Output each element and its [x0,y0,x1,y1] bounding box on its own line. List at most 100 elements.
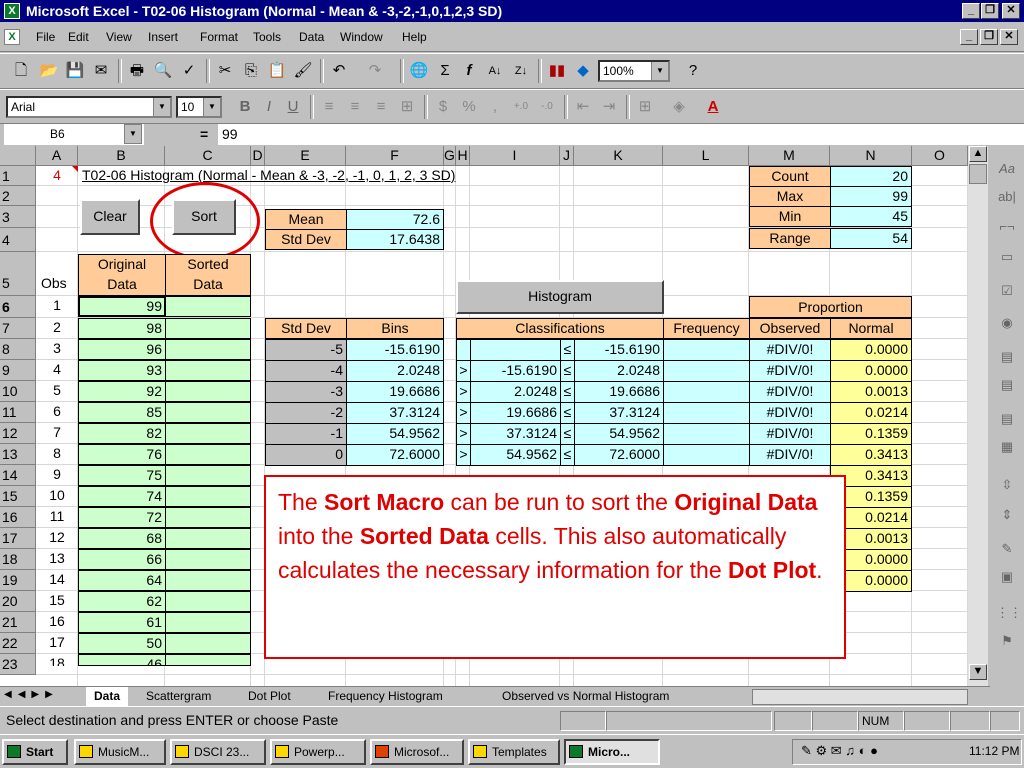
sorted-data-cell[interactable] [165,360,251,381]
toggle-grid-icon[interactable]: ⋮⋮ [996,602,1022,624]
merge-center-icon[interactable]: ⊞ [394,95,420,119]
row-header[interactable]: 13 [0,444,36,465]
column-header[interactable]: B [78,146,165,166]
task-excel[interactable]: Micro... [564,739,660,765]
combo-list-edit-icon[interactable]: ▤ [996,408,1018,430]
task-dsci[interactable]: DSCI 23... [170,739,266,765]
column-header[interactable]: I [470,146,560,166]
drawing-icon[interactable]: ◆ [570,59,596,83]
bin-cell[interactable]: 54.9562 [346,423,444,445]
sorted-data-cell[interactable] [165,528,251,549]
stat-value[interactable]: 20 [830,166,912,187]
row-header[interactable]: 15 [0,486,36,507]
frequency-cell[interactable] [663,381,750,403]
sorted-data-cell[interactable] [165,423,251,444]
chart-wizard-icon[interactable]: ▮▮ [544,59,570,83]
percent-icon[interactable]: % [456,95,482,119]
maximize-icon[interactable]: ❐ [981,3,999,19]
function-icon[interactable]: f [456,59,482,83]
formula-input[interactable]: 99 [218,124,1024,145]
row-header[interactable]: 8 [0,339,36,360]
font-color-icon[interactable]: A [700,95,726,119]
mean-value[interactable]: 72.6 [346,209,444,230]
print-preview-icon[interactable]: 🔍 [150,59,176,83]
original-data-cell[interactable]: 62 [78,591,166,612]
original-data-cell[interactable]: 61 [78,612,166,633]
tab-data[interactable]: Data [86,687,129,706]
help-icon[interactable]: ? [680,59,706,83]
bin-cell[interactable]: 72.6000 [346,444,444,466]
print-icon[interactable]: 🖶 [124,59,150,83]
tab-scroll-arrows[interactable]: ◀◀▶▶ [4,689,84,705]
column-header[interactable]: C [165,146,251,166]
row-header[interactable]: 17 [0,528,36,549]
stat-value[interactable]: 45 [830,206,912,227]
spinner-icon[interactable]: ⇕ [996,504,1018,526]
run-dialog-icon[interactable]: ⚑ [996,630,1018,652]
scroll-down-icon[interactable]: ▼ [969,664,987,680]
tab-frequency-histogram[interactable]: Frequency Histogram [320,687,451,707]
sorted-data-cell[interactable] [165,507,251,528]
tab-scattergram[interactable]: Scattergram [138,687,220,707]
frequency-cell[interactable] [663,402,750,424]
close-icon[interactable]: ✕ [1002,3,1020,19]
spelling-icon[interactable]: ✓ [176,59,202,83]
select-all-corner[interactable] [0,146,36,166]
menu-format[interactable]: Format [200,30,238,44]
row-header[interactable]: 21 [0,612,36,633]
decrease-indent-icon[interactable]: ⇤ [570,95,596,119]
comma-icon[interactable]: , [482,95,508,119]
name-box[interactable]: B6 ▼ [4,124,144,145]
row-header[interactable]: 2 [0,186,36,206]
original-data-cell[interactable]: 64 [78,570,166,591]
row-header[interactable]: 6 [0,296,36,318]
sorted-data-cell[interactable] [165,339,251,360]
frequency-cell[interactable] [663,339,750,361]
sorted-data-cell[interactable] [165,654,251,666]
chevron-down-icon[interactable]: ▼ [651,62,668,80]
tab-dot-plot[interactable]: Dot Plot [240,687,299,707]
align-left-icon[interactable]: ≡ [316,95,342,119]
row-header[interactable]: 23 [0,654,36,675]
new-icon[interactable]: 🗋 [8,59,34,83]
task-powerpoint[interactable]: Powerp... [270,739,366,765]
bin-cell[interactable]: -15.6190 [346,339,444,361]
currency-icon[interactable]: $ [430,95,456,119]
menu-window[interactable]: Window [340,30,383,44]
column-header[interactable]: E [265,146,346,166]
menu-insert[interactable]: Insert [148,30,178,44]
option-button-icon[interactable]: ◉ [996,312,1018,334]
sorted-data-cell[interactable] [165,612,251,633]
row-header[interactable]: 9 [0,360,36,381]
original-data-cell[interactable]: 68 [78,528,166,549]
doc-restore-icon[interactable]: ❐ [980,29,998,45]
scroll-bar-icon[interactable]: ⇳ [996,474,1018,496]
scroll-thumb[interactable] [969,164,987,184]
sorted-data-cell[interactable] [165,549,251,570]
decrease-decimal-icon[interactable]: -.0 [534,95,560,119]
column-header[interactable]: J [560,146,574,166]
edit-box-icon[interactable]: ab| [996,186,1018,208]
doc-minimize-icon[interactable]: _ [960,29,978,45]
frequency-cell[interactable] [663,444,750,466]
sorted-data-cell[interactable] [165,486,251,507]
stat-value[interactable]: 99 [830,186,912,207]
original-data-cell[interactable]: 82 [78,423,166,444]
stat-value[interactable]: 54 [830,228,912,249]
align-center-icon[interactable]: ≡ [342,95,368,119]
group-box-icon[interactable]: ⌐¬ [996,216,1018,238]
tray-icons[interactable]: ✎ ⚙ ✉ ♫ ◐ ● [801,743,878,759]
original-data-cell[interactable]: 92 [78,381,166,402]
row-header[interactable]: 1 [0,166,36,186]
sort-ascending-icon[interactable]: A↓ [482,59,508,83]
list-box-icon[interactable]: ▤ [996,346,1018,368]
column-header[interactable]: H [456,146,470,166]
row-header[interactable]: 16 [0,507,36,528]
column-header[interactable]: N [830,146,912,166]
combo-dropdown-edit-icon[interactable]: ▦ [996,436,1018,458]
bin-cell[interactable]: 19.6686 [346,381,444,403]
sorted-data-cell[interactable] [165,402,251,423]
menu-edit[interactable]: Edit [68,30,89,44]
combo-box-icon[interactable]: ▤ [996,374,1018,396]
clear-button[interactable]: Clear [80,199,140,235]
